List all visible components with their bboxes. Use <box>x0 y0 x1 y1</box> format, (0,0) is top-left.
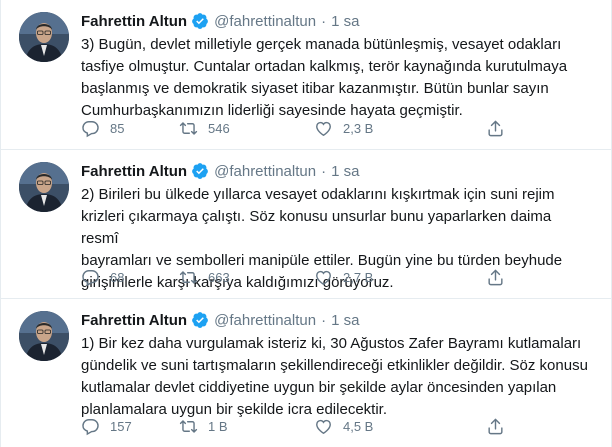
avatar-image <box>19 162 69 212</box>
author-name[interactable]: Fahrettin Altun <box>81 13 187 30</box>
retweet-button[interactable]: 663 <box>179 266 230 288</box>
like-icon <box>316 270 331 285</box>
like-button[interactable]: 2,3 B <box>314 117 373 139</box>
author-handle[interactable]: @fahrettinaltun <box>214 13 316 30</box>
tweet-timeline: Fahrettin Altun @fahrettinaltun · 1 sa 3… <box>0 0 612 447</box>
avatar[interactable] <box>19 162 69 212</box>
reply-icon <box>82 120 99 137</box>
share-button[interactable] <box>486 266 505 288</box>
separator-dot: · <box>321 311 327 329</box>
share-icon <box>488 418 503 434</box>
like-icon <box>316 419 331 434</box>
tweet-timestamp[interactable]: 1 sa <box>331 312 359 329</box>
tweet-header: Fahrettin Altun @fahrettinaltun · 1 sa <box>81 10 359 32</box>
tweet-actions: 68 663 2,7 B <box>81 266 531 288</box>
reply-button[interactable]: 68 <box>81 266 124 288</box>
reply-icon <box>82 269 99 286</box>
reply-button[interactable]: 157 <box>81 415 132 437</box>
author-name[interactable]: Fahrettin Altun <box>81 163 187 180</box>
tweet-actions: 85 546 2,3 B <box>81 117 531 139</box>
retweet-button[interactable]: 1 B <box>179 415 228 437</box>
verified-badge-icon <box>191 311 209 329</box>
avatar-image <box>19 12 69 62</box>
tweet-header: Fahrettin Altun @fahrettinaltun · 1 sa <box>81 160 359 182</box>
retweet-button[interactable]: 546 <box>179 117 230 139</box>
tweet[interactable]: Fahrettin Altun @fahrettinaltun · 1 sa 3… <box>1 0 611 150</box>
retweet-icon <box>179 121 198 135</box>
reply-count: 68 <box>110 269 125 285</box>
verified-badge-icon <box>191 12 209 30</box>
author-handle[interactable]: @fahrettinaltun <box>214 312 316 329</box>
author-handle[interactable]: @fahrettinaltun <box>214 163 316 180</box>
tweet-actions: 157 1 B 4,5 B <box>81 415 531 437</box>
retweet-count: 1 B <box>208 418 228 434</box>
separator-dot: · <box>321 162 327 180</box>
share-icon <box>488 269 503 285</box>
retweet-icon <box>179 419 198 433</box>
retweet-icon <box>179 270 198 284</box>
retweet-count: 663 <box>208 269 230 285</box>
like-count: 2,3 B <box>343 120 374 136</box>
reply-count: 157 <box>110 418 132 434</box>
like-button[interactable]: 4,5 B <box>314 415 373 437</box>
reply-count: 85 <box>110 120 125 136</box>
avatar[interactable] <box>19 12 69 62</box>
separator-dot: · <box>321 12 327 30</box>
tweet-text: 1) Bir kez daha vurgulamak isteriz ki, 3… <box>81 335 588 418</box>
share-icon <box>488 120 503 136</box>
tweet-timestamp[interactable]: 1 sa <box>331 13 359 30</box>
reply-icon <box>82 418 99 435</box>
tweet[interactable]: Fahrettin Altun @fahrettinaltun · 1 sa 2… <box>1 150 611 299</box>
like-button[interactable]: 2,7 B <box>314 266 373 288</box>
verified-badge-icon <box>191 162 209 180</box>
avatar-image <box>19 311 69 361</box>
tweet-header: Fahrettin Altun @fahrettinaltun · 1 sa <box>81 309 359 331</box>
reply-button[interactable]: 85 <box>81 117 124 139</box>
avatar[interactable] <box>19 311 69 361</box>
share-button[interactable] <box>486 117 505 139</box>
retweet-count: 546 <box>208 120 230 136</box>
author-name[interactable]: Fahrettin Altun <box>81 312 187 329</box>
like-count: 2,7 B <box>343 269 374 285</box>
like-count: 4,5 B <box>343 418 374 434</box>
tweet-timestamp[interactable]: 1 sa <box>331 163 359 180</box>
tweet[interactable]: Fahrettin Altun @fahrettinaltun · 1 sa 1… <box>1 299 611 447</box>
share-button[interactable] <box>486 415 505 437</box>
like-icon <box>316 121 331 136</box>
tweet-text: 3) Bugün, devlet milletiyle gerçek manad… <box>81 36 568 119</box>
